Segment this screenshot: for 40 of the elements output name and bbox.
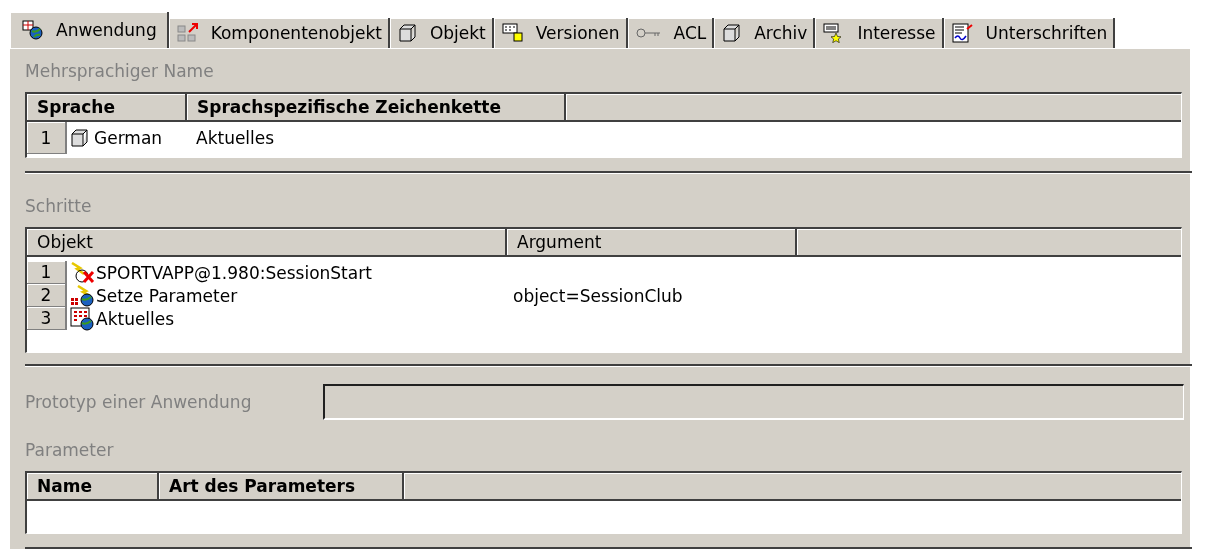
table-cell: Setze Parameter: [96, 285, 238, 306]
row-number[interactable]: 3: [27, 307, 67, 330]
window-note-icon: [501, 23, 524, 43]
key-icon: [635, 26, 662, 40]
lightning-globe-icon: [70, 284, 96, 307]
cubes-arrow-icon: [176, 23, 199, 43]
row-number[interactable]: 1: [27, 122, 67, 154]
table-cell: Aktuelles: [196, 128, 275, 148]
document-signature-icon: [951, 23, 974, 43]
section-label: Parameter: [25, 440, 115, 460]
table-cell: SPORTVAPP@1.980:SessionStart: [96, 262, 372, 283]
table-cell: object=SessionClub: [513, 285, 683, 306]
row-number[interactable]: 1: [27, 261, 67, 284]
section-label: Schritte: [25, 196, 93, 216]
table-cell: German: [94, 128, 163, 148]
table-cell: Aktuelles: [96, 308, 175, 329]
tab[interactable]: Anwendung: [10, 12, 169, 48]
field-label: Prototyp einer Anwendung: [25, 392, 253, 412]
tab[interactable]: Objekt: [389, 18, 494, 48]
row-number[interactable]: 2: [27, 284, 67, 307]
tab[interactable]: Unterschriften: [943, 18, 1116, 48]
cube-icon: [70, 128, 90, 148]
tab[interactable]: Interesse: [815, 18, 944, 48]
column-header[interactable]: Name: [27, 473, 159, 499]
column-header[interactable]: Art des Parameters: [159, 473, 404, 499]
cube-icon: [722, 23, 743, 43]
lightning-cross-icon: [70, 261, 96, 284]
cube-icon: [397, 23, 418, 43]
tab[interactable]: Komponentenobjekt: [168, 18, 390, 48]
column-header[interactable]: Argument: [507, 229, 797, 255]
tab[interactable]: Archiv: [714, 18, 816, 48]
input-field[interactable]: [323, 384, 1184, 420]
section-label: Mehrsprachiger Name: [25, 61, 215, 81]
tab[interactable]: ACL: [627, 18, 715, 48]
tab[interactable]: Versionen: [493, 18, 628, 48]
grid-globe-icon: [22, 20, 44, 40]
column-header[interactable]: Objekt: [27, 229, 507, 255]
column-header[interactable]: Sprache: [27, 94, 187, 120]
column-header[interactable]: Sprachspezifische Zeichenkette: [187, 94, 566, 120]
grid-globe-icon: [70, 306, 96, 331]
